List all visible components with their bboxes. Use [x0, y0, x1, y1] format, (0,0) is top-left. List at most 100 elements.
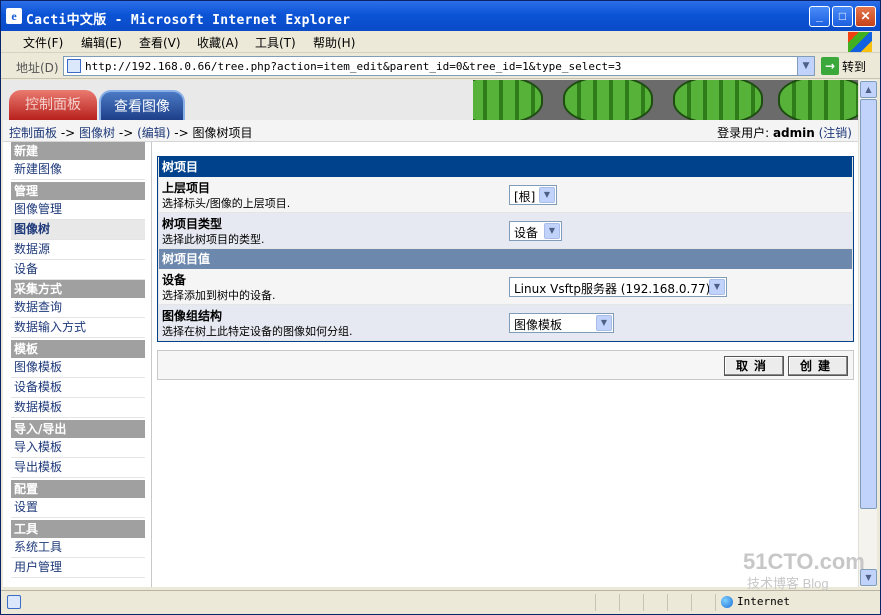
menu-favorites[interactable]: 收藏(A) — [197, 34, 239, 51]
breadcrumb-separator: -> — [170, 126, 193, 140]
graph-grouping-description: 选择在树上此特定设备的图像如何分组. — [162, 325, 353, 338]
create-button[interactable]: 创建 — [788, 356, 848, 376]
sidebar-item-settings[interactable]: 设置 — [11, 498, 145, 518]
sidebar-item-graph-management[interactable]: 图像管理 — [11, 200, 145, 220]
watermark: 51CTO.com 技术博客 Blog — [743, 549, 865, 592]
tree-item-type-value: 设备 — [514, 226, 539, 240]
parent-item-value: [根] — [514, 190, 536, 204]
logout-link[interactable]: (注销) — [819, 126, 852, 140]
menu-bar: 文件(F) 编辑(E) 查看(V) 收藏(A) 工具(T) 帮助(H) — [1, 31, 880, 53]
user-info: 登录用户: admin (注销) — [717, 124, 852, 141]
graph-grouping-select[interactable]: 图像模板 ▼ — [509, 313, 614, 333]
chevron-down-icon[interactable]: ▼ — [539, 187, 555, 203]
page-status-icon — [7, 595, 21, 609]
chevron-down-icon[interactable]: ▼ — [544, 223, 560, 239]
cancel-button[interactable]: 取消 — [724, 356, 784, 376]
graph-grouping-row: 图像组结构 选择在树上此特定设备的图像如何分组. 图像模板 ▼ — [159, 305, 852, 340]
parent-item-description: 选择标头/图像的上层项目. — [162, 197, 291, 210]
user-name: admin — [772, 126, 815, 140]
host-title: 设备 — [162, 273, 187, 287]
menu-edit[interactable]: 编辑(E) — [81, 34, 122, 51]
breadcrumb-edit[interactable]: (编辑) — [137, 126, 170, 140]
title-bar[interactable]: e Cacti中文版 - Microsoft Internet Explorer… — [1, 1, 880, 31]
page-icon — [67, 59, 81, 73]
main-content: 树项目 上层项目 选择标头/图像的上层项目. [根] ▼ 树项目类型 选择此树项… — [155, 142, 858, 587]
tree-item-type-row: 树项目类型 选择此树项目的类型. 设备 ▼ — [159, 213, 852, 248]
form-header: 树项目 — [159, 157, 852, 177]
status-bar: Internet — [1, 590, 880, 614]
menu-file[interactable]: 文件(F) — [23, 34, 63, 51]
host-description: 选择添加到树中的设备. — [162, 289, 276, 302]
address-dropdown-icon[interactable]: ▼ — [797, 57, 814, 75]
tree-item-value-header: 树项目值 — [159, 249, 852, 269]
sidebar-section-utilities: 工具 — [11, 520, 145, 538]
sidebar-item-data-sources[interactable]: 数据源 — [11, 240, 145, 260]
breadcrumb-separator: -> — [115, 126, 138, 140]
menu-help[interactable]: 帮助(H) — [313, 34, 355, 51]
sidebar-section-configuration: 配置 — [11, 480, 145, 498]
tree-item-type-select[interactable]: 设备 ▼ — [509, 221, 562, 241]
sidebar-item-host-templates[interactable]: 设备模板 — [11, 378, 145, 398]
form-actions: 取消 创建 — [157, 350, 854, 380]
host-value: Linux Vsftp服务器 (192.168.0.77) — [514, 282, 711, 296]
sidebar-section-management: 管理 — [11, 182, 145, 200]
breadcrumb-separator: -> — [57, 126, 80, 140]
scroll-up-icon[interactable]: ▲ — [860, 81, 877, 98]
sidebar-item-data-input-methods[interactable]: 数据输入方式 — [11, 318, 145, 338]
scroll-thumb[interactable] — [860, 99, 877, 509]
menu-view[interactable]: 查看(V) — [139, 34, 181, 51]
sidebar-section-collection-methods: 采集方式 — [11, 280, 145, 298]
maximize-button[interactable]: □ — [832, 6, 853, 27]
tab-graphs[interactable]: 查看图像 — [99, 90, 185, 120]
windows-logo-icon — [848, 32, 872, 52]
sidebar-section-templates: 模板 — [11, 340, 145, 358]
go-button[interactable]: → 转到 — [821, 57, 866, 76]
sidebar-item-data-templates[interactable]: 数据模板 — [11, 398, 145, 418]
breadcrumb-console[interactable]: 控制面板 — [9, 126, 57, 140]
chevron-down-icon[interactable]: ▼ — [596, 315, 612, 331]
page-content: 控制面板 查看图像 控制面板 -> 图像树 -> (编辑) -> 图像树项目 登… — [3, 80, 858, 587]
address-url[interactable]: http://192.168.0.66/tree.php?action=item… — [85, 60, 621, 73]
globe-icon — [721, 596, 733, 608]
chevron-down-icon[interactable]: ▼ — [709, 279, 725, 295]
go-label: 转到 — [842, 59, 867, 74]
sidebar-item-new-graphs[interactable]: 新建图像 — [11, 160, 145, 180]
sidebar-item-devices[interactable]: 设备 — [11, 260, 145, 280]
sidebar-menu: 新建 新建图像 管理 图像管理 图像树 数据源 设备 采集方式 数据查询 数据输… — [3, 142, 152, 587]
watermark-main: 51CTO.com — [743, 549, 865, 574]
menu-tools[interactable]: 工具(T) — [255, 34, 296, 51]
watermark-sub: 技术博客 Blog — [747, 576, 829, 591]
tab-console[interactable]: 控制面板 — [9, 90, 97, 120]
ie-icon: e — [6, 8, 22, 24]
graph-grouping-title: 图像组结构 — [162, 309, 223, 323]
sidebar-section-create: 新建 — [11, 142, 145, 160]
parent-item-title: 上层项目 — [162, 181, 211, 195]
close-button[interactable]: ✕ — [855, 6, 876, 27]
sidebar-item-export-templates[interactable]: 导出模板 — [11, 458, 145, 478]
host-row: 设备 选择添加到树中的设备. Linux Vsftp服务器 (192.168.0… — [159, 269, 852, 304]
sidebar-item-import-templates[interactable]: 导入模板 — [11, 438, 145, 458]
parent-item-select[interactable]: [根] ▼ — [509, 185, 557, 205]
go-arrow-icon: → — [821, 57, 839, 75]
window-title: Cacti中文版 - Microsoft Internet Explorer — [26, 13, 351, 28]
vertical-scrollbar[interactable]: ▲ ▼ — [858, 80, 877, 587]
sidebar-item-graph-templates[interactable]: 图像模板 — [11, 358, 145, 378]
tree-item-form: 树项目 上层项目 选择标头/图像的上层项目. [根] ▼ 树项目类型 选择此树项… — [157, 156, 854, 342]
breadcrumb-graph-trees[interactable]: 图像树 — [79, 126, 115, 140]
tree-item-type-description: 选择此树项目的类型. — [162, 233, 265, 246]
sidebar-item-graph-trees[interactable]: 图像树 — [11, 220, 145, 240]
sidebar-section-import-export: 导入/导出 — [11, 420, 145, 438]
security-zone: Internet — [721, 595, 790, 608]
sidebar-item-system-utilities[interactable]: 系统工具 — [11, 538, 145, 558]
user-prefix: 登录用户: — [717, 126, 773, 140]
sidebar-item-user-management[interactable]: 用户管理 — [11, 558, 145, 578]
sidebar-item-data-queries[interactable]: 数据查询 — [11, 298, 145, 318]
host-select[interactable]: Linux Vsftp服务器 (192.168.0.77) ▼ — [509, 277, 727, 297]
parent-item-row: 上层项目 选择标头/图像的上层项目. [根] ▼ — [159, 177, 852, 212]
breadcrumb: 控制面板 -> 图像树 -> (编辑) -> 图像树项目 登录用户: admin… — [3, 120, 858, 142]
cacti-header: 控制面板 查看图像 — [3, 80, 858, 120]
minimize-button[interactable]: _ — [809, 6, 830, 27]
address-bar: 地址(D) http://192.168.0.66/tree.php?actio… — [1, 54, 880, 79]
address-input[interactable]: http://192.168.0.66/tree.php?action=item… — [63, 56, 815, 76]
breadcrumb-current: 图像树项目 — [192, 126, 253, 140]
